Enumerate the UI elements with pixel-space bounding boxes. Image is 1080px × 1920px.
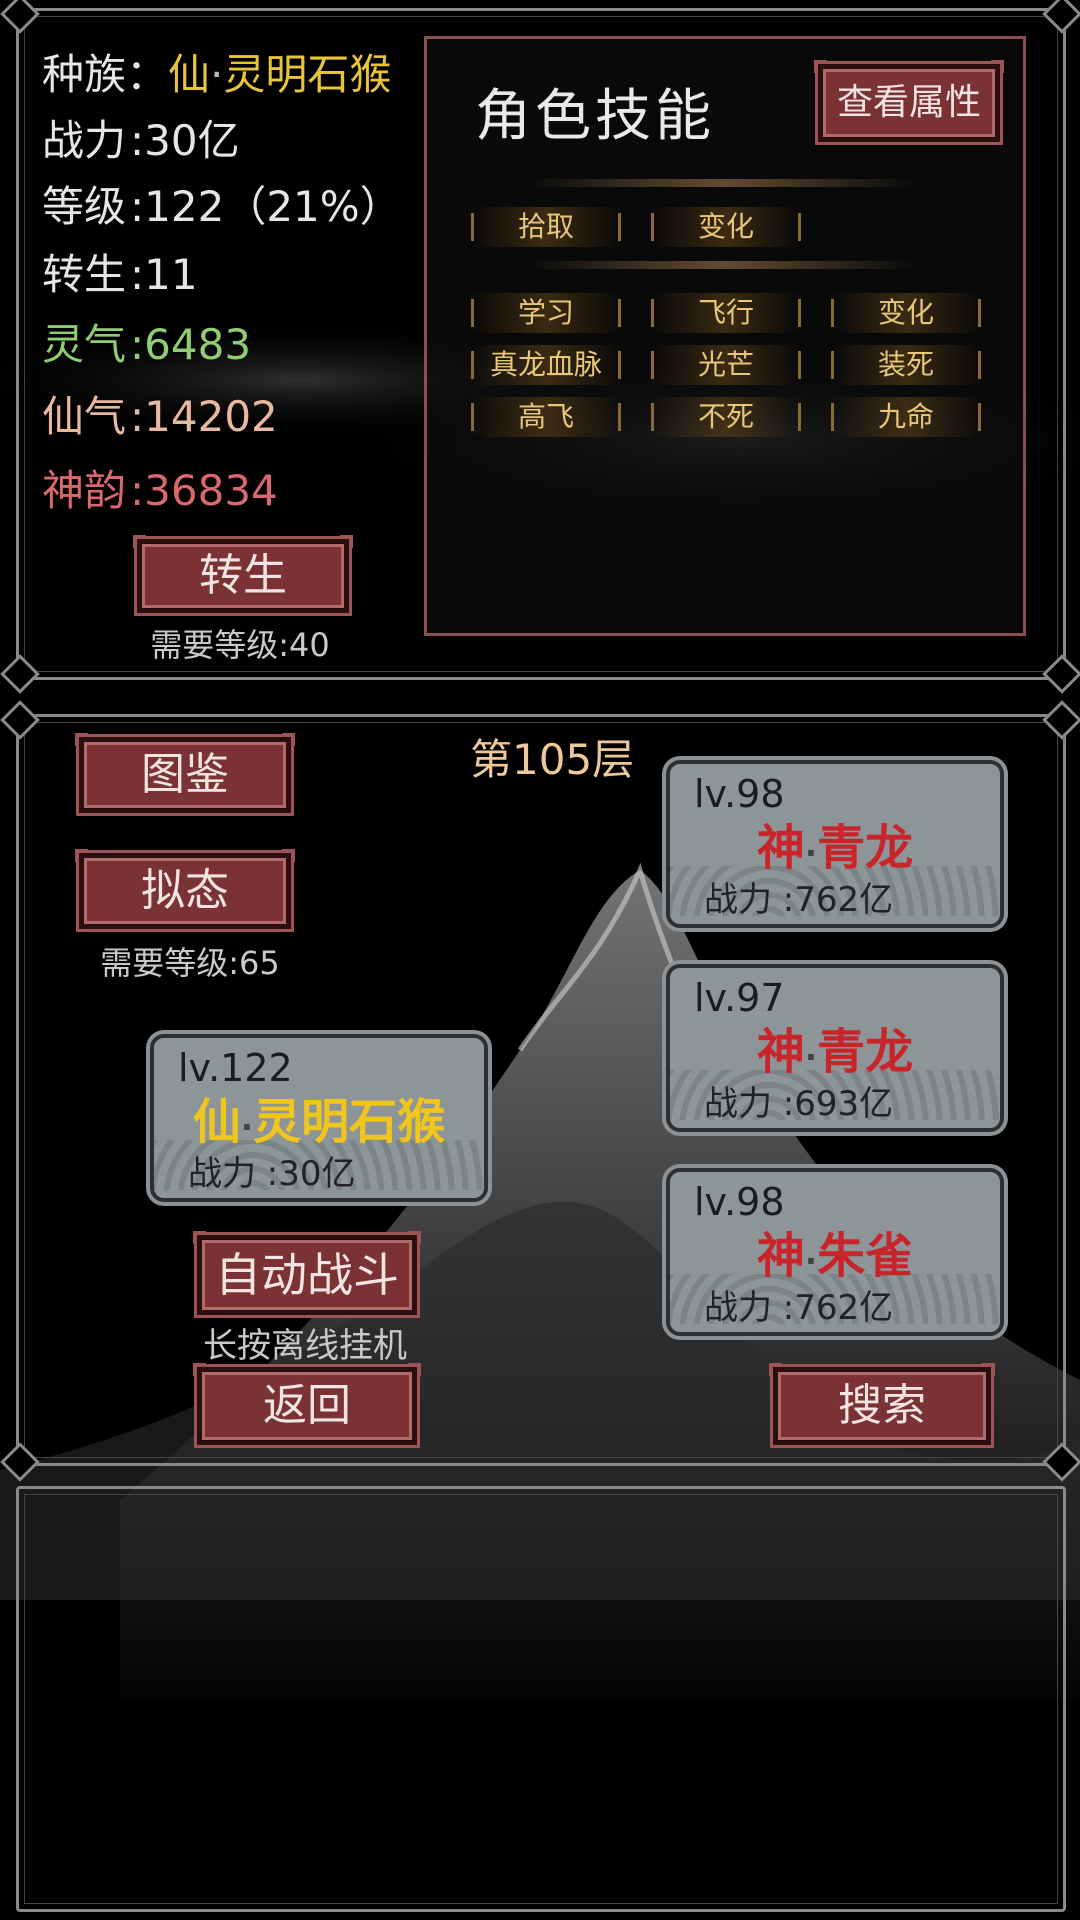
- shenyun-label: 神韵: [42, 466, 127, 515]
- power-label: 战力: [42, 116, 127, 165]
- xianqi-value: :14202: [130, 392, 278, 441]
- enemy-name: 神·青龙: [670, 1012, 1000, 1082]
- rebirth-button[interactable]: 转生: [133, 535, 353, 608]
- skills-panel: 角色技能 查看属性 拾取 变化 学习 飞行 变化 真龙血脉 光芒 装死 高飞 不…: [424, 36, 1026, 636]
- enemy-sep: ·: [804, 1038, 818, 1076]
- log-panel: [16, 1486, 1066, 1912]
- race-sep: ·: [210, 50, 224, 99]
- skills-divider: [527, 179, 917, 187]
- skill-slot[interactable]: 装死: [831, 345, 981, 385]
- back-button[interactable]: 返回: [193, 1363, 421, 1440]
- rebirth-requirement: 需要等级:40: [150, 626, 330, 664]
- enemy-prefix: 神: [756, 820, 805, 876]
- rebirth-value: :11: [130, 250, 198, 299]
- xianqi-label: 仙气: [42, 392, 127, 441]
- mimic-requirement: 需要等级:65: [100, 944, 280, 982]
- race-prefix: 仙: [168, 50, 211, 99]
- xianqi-stat: 仙气:14202: [42, 392, 278, 442]
- skill-slot[interactable]: 高飞: [471, 397, 621, 437]
- enemy-power: 战力 :693亿: [704, 1084, 894, 1124]
- skill-slot[interactable]: 不死: [651, 397, 801, 437]
- rebirth-stat: 转生:11: [42, 250, 198, 300]
- skill-slot[interactable]: 拾取: [471, 207, 621, 247]
- mimic-button[interactable]: 拟态: [75, 849, 295, 924]
- enemy-name: 神·青龙: [670, 808, 1000, 878]
- enemy-card[interactable]: lv.98 神·青龙 战力 :762亿: [666, 760, 1004, 928]
- enemy-race: 朱雀: [817, 1228, 914, 1284]
- shenyun-stat: 神韵:36834: [42, 466, 278, 516]
- race-name: 灵明石猴: [223, 50, 392, 99]
- search-button[interactable]: 搜索: [769, 1363, 995, 1440]
- player-card-prefix: 仙: [192, 1094, 241, 1150]
- enemy-card[interactable]: lv.98 神·朱雀 战力 :762亿: [666, 1168, 1004, 1336]
- level-stat: 等级:122（21%）: [42, 182, 402, 232]
- codex-button[interactable]: 图鉴: [75, 733, 295, 808]
- player-card-sep: ·: [240, 1108, 254, 1146]
- enemy-prefix: 神: [756, 1228, 805, 1284]
- player-card-race: 灵明石猴: [253, 1094, 446, 1150]
- lingqi-label: 灵气: [42, 320, 127, 369]
- power-stat: 战力:30亿: [42, 116, 240, 166]
- enemy-power: 战力 :762亿: [704, 1288, 894, 1328]
- rebirth-label: 转生: [42, 250, 127, 299]
- skill-slot[interactable]: 飞行: [651, 293, 801, 333]
- skill-slot[interactable]: 变化: [831, 293, 981, 333]
- level-value: :122（21%）: [130, 182, 402, 231]
- enemy-sep: ·: [804, 1242, 818, 1280]
- player-card-name: 仙·灵明石猴: [154, 1082, 484, 1152]
- skill-slot[interactable]: 真龙血脉: [471, 345, 621, 385]
- lingqi-value: :6483: [130, 320, 252, 369]
- skill-slot[interactable]: 九命: [831, 397, 981, 437]
- enemy-race: 青龙: [817, 1024, 914, 1080]
- shenyun-value: :36834: [130, 466, 278, 515]
- lingqi-stat: 灵气:6483: [42, 320, 251, 370]
- level-label: 等级: [42, 182, 127, 231]
- skills-divider: [527, 261, 917, 269]
- enemy-name: 神·朱雀: [670, 1216, 1000, 1286]
- auto-battle-button[interactable]: 自动战斗: [193, 1231, 421, 1310]
- auto-battle-hint: 长按离线挂机: [203, 1326, 407, 1366]
- enemy-race: 青龙: [817, 820, 914, 876]
- enemy-sep: ·: [804, 834, 818, 872]
- race-stat: 种族：仙·灵明石猴: [42, 50, 391, 100]
- enemy-prefix: 神: [756, 1024, 805, 1080]
- player-card-power: 战力 :30亿: [188, 1154, 356, 1194]
- enemy-card[interactable]: lv.97 神·青龙 战力 :693亿: [666, 964, 1004, 1132]
- race-label: 种族：: [42, 50, 169, 99]
- floor-indicator: 第105层: [470, 735, 635, 784]
- view-attributes-button[interactable]: 查看属性: [814, 60, 1004, 137]
- player-card[interactable]: lv.122 仙·灵明石猴 战力 :30亿: [150, 1034, 488, 1202]
- skill-slot[interactable]: 学习: [471, 293, 621, 333]
- power-value: :30亿: [130, 116, 240, 165]
- enemy-power: 战力 :762亿: [704, 880, 894, 920]
- skill-slot[interactable]: 光芒: [651, 345, 801, 385]
- skills-title: 角色技能: [475, 84, 715, 149]
- skill-slot[interactable]: 变化: [651, 207, 801, 247]
